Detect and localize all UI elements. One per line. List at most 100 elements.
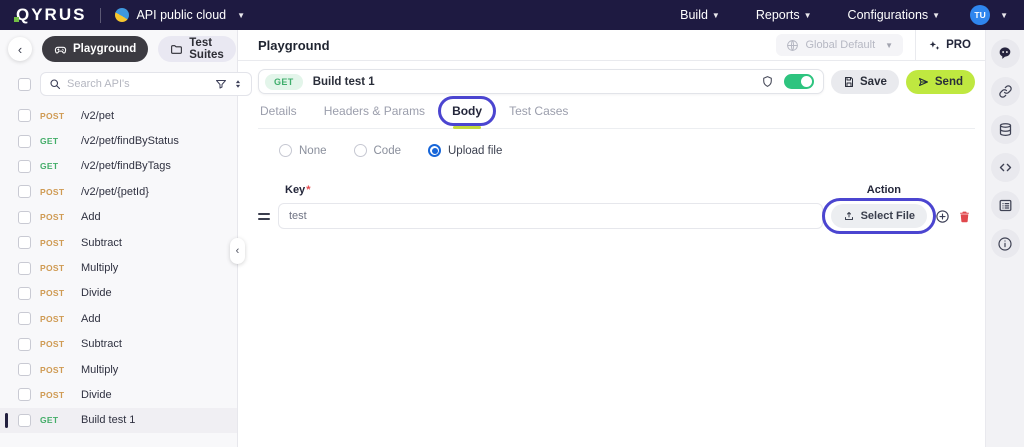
chevron-down-icon[interactable]: ▼ (1000, 11, 1008, 20)
nav-menu-item[interactable]: Build ▼ (680, 8, 720, 22)
select-file-button[interactable]: Select File (831, 204, 927, 228)
sidebar-collapse-handle[interactable]: ‹ (230, 238, 245, 264)
api-item-checkbox[interactable] (18, 109, 31, 122)
api-item-checkbox[interactable] (18, 211, 31, 224)
search-box (40, 72, 252, 96)
folder-icon (170, 43, 183, 56)
api-list-item[interactable]: POST Multiply (0, 255, 237, 280)
radio-button[interactable] (354, 144, 367, 157)
api-item-checkbox[interactable] (18, 363, 31, 376)
api-item-checkbox[interactable] (18, 185, 31, 198)
delete-row-button[interactable] (958, 210, 971, 223)
api-list-item[interactable]: POST Divide (0, 281, 237, 306)
request-tab-label: Body (452, 104, 482, 118)
method-badge: POST (40, 314, 72, 324)
request-tab[interactable]: Headers & Params (324, 104, 425, 118)
request-name-field[interactable]: GET Build test 1 (258, 69, 824, 94)
select-all-checkbox[interactable] (18, 78, 31, 91)
chevron-down-icon: ▼ (237, 11, 245, 20)
save-button-label: Save (860, 76, 887, 88)
api-list-item[interactable]: GET /v2/pet/findByTags (0, 154, 237, 179)
logo-accent-square (14, 17, 19, 22)
add-row-button[interactable] (935, 209, 950, 224)
api-item-checkbox[interactable] (18, 338, 31, 351)
method-badge: GET (40, 136, 72, 146)
api-item-label: Add (81, 313, 101, 325)
info-icon[interactable] (991, 229, 1020, 258)
sparkle-icon (928, 39, 941, 52)
shield-icon[interactable] (761, 75, 774, 88)
api-item-checkbox[interactable] (18, 312, 31, 325)
api-item-checkbox[interactable] (18, 135, 31, 148)
user-avatar[interactable]: TU (970, 5, 990, 25)
radio-button[interactable] (428, 144, 441, 157)
api-item-checkbox[interactable] (18, 414, 31, 427)
api-item-label: Subtract (81, 237, 122, 249)
request-tab-label: Test Cases (509, 104, 568, 118)
api-item-checkbox[interactable] (18, 160, 31, 173)
request-tab-label: Headers & Params (324, 104, 425, 118)
tab-playground[interactable]: Playground (42, 36, 148, 62)
body-type-option[interactable]: Code (354, 144, 402, 157)
api-list-item[interactable]: POST Multiply (0, 357, 237, 382)
form-list-icon[interactable] (991, 191, 1020, 220)
save-button[interactable]: Save (831, 70, 899, 94)
database-icon[interactable] (991, 115, 1020, 144)
radio-button[interactable] (279, 144, 292, 157)
code-icon[interactable] (991, 153, 1020, 182)
api-list-item[interactable]: GET /v2/pet/findByStatus (0, 128, 237, 153)
api-item-label: Divide (81, 287, 112, 299)
body-type-option[interactable]: None (279, 144, 327, 157)
api-item-label: Multiply (81, 364, 118, 376)
request-tabs: Details Headers & Params Body Test Cases (258, 94, 975, 129)
request-tab-label: Details (260, 104, 297, 118)
api-item-checkbox[interactable] (18, 262, 31, 275)
api-item-checkbox[interactable] (18, 388, 31, 401)
api-list-item[interactable]: POST Subtract (0, 332, 237, 357)
api-list-item[interactable]: POST /v2/pet (0, 103, 237, 128)
api-item-checkbox[interactable] (18, 236, 31, 249)
workspace-selector[interactable]: API public cloud ▼ (115, 8, 245, 22)
api-item-checkbox[interactable] (18, 287, 31, 300)
api-sidebar: ‹ Playground Test Suites (0, 30, 238, 447)
api-list-item[interactable]: GET Build test 1 (0, 408, 237, 433)
api-item-label: /v2/pet (81, 110, 114, 122)
api-list-item[interactable]: POST Divide (0, 382, 237, 407)
drag-handle-icon[interactable] (258, 213, 270, 220)
api-list-item[interactable]: POST Subtract (0, 230, 237, 255)
body-type-option[interactable]: Upload file (428, 144, 502, 157)
link-icon[interactable] (991, 77, 1020, 106)
sort-icon[interactable] (233, 78, 243, 90)
back-button[interactable]: ‹ (8, 37, 32, 61)
logo-text: QYRUS (16, 5, 86, 24)
request-tab[interactable]: Test Cases (509, 104, 568, 118)
search-input[interactable] (67, 78, 209, 90)
request-name-value[interactable]: Build test 1 (313, 76, 751, 88)
nav-menu-item[interactable]: Configurations ▼ (848, 8, 941, 22)
upload-table-row: Select File (258, 203, 975, 229)
method-badge: POST (40, 263, 72, 273)
body-type-label: None (299, 145, 327, 157)
environment-selector[interactable]: Global Default ▼ (776, 34, 903, 56)
method-badge: POST (40, 390, 72, 400)
request-enabled-toggle[interactable] (784, 74, 814, 89)
filter-funnel-icon[interactable] (215, 78, 227, 90)
method-badge: GET (40, 161, 72, 171)
api-item-label: Build test 1 (81, 414, 135, 426)
upload-table-header: Key* Action (258, 184, 975, 196)
assistant-bot-icon[interactable] (991, 39, 1020, 68)
tab-test-suites[interactable]: Test Suites (158, 36, 236, 62)
api-list-item[interactable]: POST /v2/pet/{petId} (0, 179, 237, 204)
api-item-label: Add (81, 211, 101, 223)
nav-menu-item[interactable]: Reports ▼ (756, 8, 812, 22)
pro-badge: PRO (916, 39, 985, 52)
qyrus-logo: QYRUS (14, 5, 86, 25)
send-button[interactable]: Send (906, 70, 975, 94)
save-floppy-icon (843, 76, 855, 88)
search-icon (49, 78, 61, 90)
request-tab[interactable]: Details (260, 104, 297, 118)
api-list-item[interactable]: POST Add (0, 306, 237, 331)
request-tab[interactable]: Body (452, 104, 482, 118)
api-list-item[interactable]: POST Add (0, 205, 237, 230)
key-input[interactable] (278, 203, 823, 229)
